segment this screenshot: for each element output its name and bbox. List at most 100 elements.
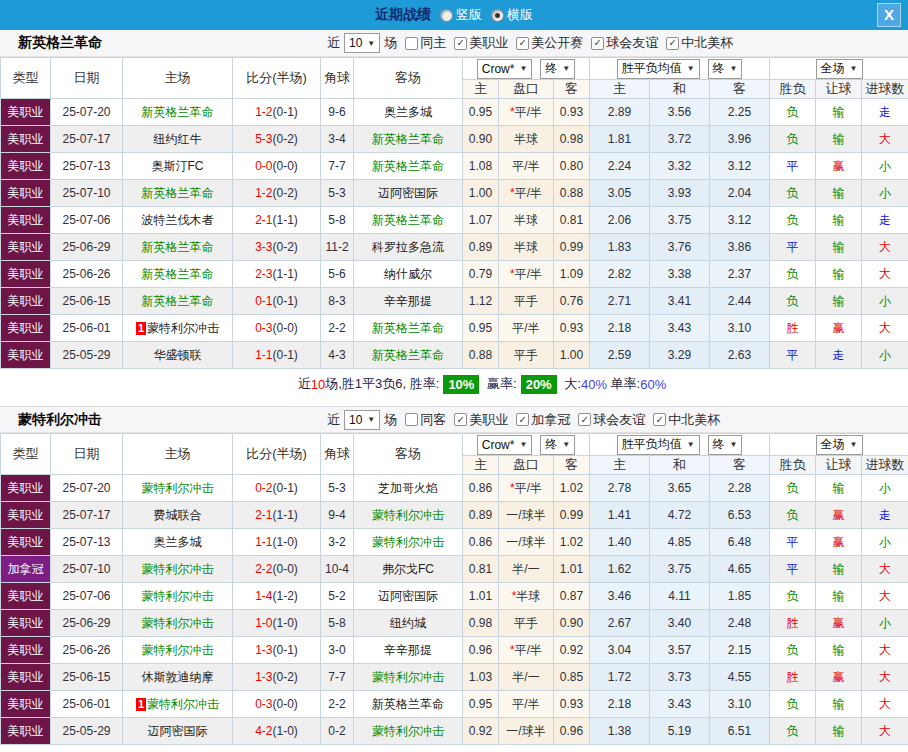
league-filter-checkbox[interactable]: ✓ <box>454 37 467 50</box>
result-cell: 负 <box>770 718 816 745</box>
result-cell: 负 <box>770 691 816 718</box>
avg-lose-cell: 1.85 <box>710 583 770 610</box>
handicap-result-cell: 赢 <box>816 529 862 556</box>
handicap-result-cell: 赢 <box>816 610 862 637</box>
team-name-text: 辛辛那提 <box>384 643 432 657</box>
avg-draw-cell: 3.38 <box>650 261 710 288</box>
goals-result-cell: 大 <box>862 718 908 745</box>
odds-home-cell: 0.89 <box>463 234 499 261</box>
result-cell: 平 <box>770 556 816 583</box>
league-type-cell: 美职业 <box>1 637 51 664</box>
fulltime-score: 1-0 <box>255 616 272 630</box>
away-team-cell: 辛辛那提 <box>354 637 463 664</box>
away-team-cell: 新英格兰革命 <box>354 126 463 153</box>
result-cell: 胜 <box>770 610 816 637</box>
col-away: 客场 <box>354 58 463 99</box>
fulltime-score: 0-3 <box>255 321 272 335</box>
halftime-score: (1-2) <box>273 589 298 603</box>
col-handicap-result: 让球 <box>816 456 862 475</box>
scope-select[interactable]: 全场▼ <box>816 59 863 79</box>
match-row: 美职业25-06-29蒙特利尔冲击1-0(1-0)5-8纽约城0.98平手0.9… <box>1 610 908 637</box>
corners-cell: 4-3 <box>321 342 354 369</box>
bookmaker-select[interactable]: Crow*▼ <box>477 59 533 79</box>
scope-select[interactable]: 全场▼ <box>816 435 863 455</box>
same-venue-checkbox[interactable] <box>405 37 418 50</box>
match-count-select[interactable]: 10▼ <box>344 410 380 430</box>
stats-segment: 60% <box>640 377 666 392</box>
stats-segment: 赢率: <box>483 375 516 393</box>
team-name-text: 蒙特利尔冲击 <box>372 670 444 684</box>
result-cell: 负 <box>770 288 816 315</box>
corners-cell: 9-4 <box>321 502 354 529</box>
league-type-cell: 美职业 <box>1 475 51 502</box>
league-filter-checkbox[interactable]: ✓ <box>653 413 666 426</box>
avg-win-cell: 1.38 <box>590 718 650 745</box>
team-name-text: 奥兰多城 <box>154 535 202 549</box>
goals-result-cell: 小 <box>862 610 908 637</box>
score-cell: 5-3(0-2) <box>233 126 321 153</box>
final-select-left[interactable]: 终▼ <box>540 59 575 79</box>
league-filter-checkbox[interactable]: ✓ <box>578 413 591 426</box>
league-filter-checkbox[interactable]: ✓ <box>516 37 529 50</box>
odds-home-cell: 0.89 <box>463 502 499 529</box>
league-filter-checkbox[interactable]: ✓ <box>454 413 467 426</box>
goals-result-cell: 大 <box>862 315 908 342</box>
result-cell: 负 <box>770 207 816 234</box>
home-team-cell: 纽约红牛 <box>123 126 233 153</box>
final-select-left[interactable]: 终▼ <box>540 435 575 455</box>
avg-win-cell: 2.18 <box>590 315 650 342</box>
away-team-cell: 科罗拉多急流 <box>354 234 463 261</box>
date-cell: 25-07-17 <box>51 502 123 529</box>
halftime-score: (0-1) <box>273 348 298 362</box>
average-select[interactable]: 胜平负均值▼ <box>617 59 700 79</box>
score-cell: 1-2(0-2) <box>233 180 321 207</box>
avg-draw-cell: 4.11 <box>650 583 710 610</box>
league-filter-checkbox[interactable]: ✓ <box>591 37 604 50</box>
league-filter-checkbox[interactable]: ✓ <box>516 413 529 426</box>
odds-home-cell: 0.92 <box>463 718 499 745</box>
away-team-cell: 纳什威尔 <box>354 261 463 288</box>
avg-win-cell: 2.06 <box>590 207 650 234</box>
match-row: 美职业25-07-20新英格兰革命1-2(0-1)9-6奥兰多城0.95*平/半… <box>1 99 908 126</box>
halftime-score: (1-0) <box>273 535 298 549</box>
final-select-right[interactable]: 终▼ <box>708 435 743 455</box>
league-filter-label: 中北美杯 <box>681 34 733 52</box>
odds-home-cell: 1.12 <box>463 288 499 315</box>
final-select-right[interactable]: 终▼ <box>708 59 743 79</box>
odds-home-cell: 0.81 <box>463 556 499 583</box>
goals-result-cell: 大 <box>862 261 908 288</box>
avg-lose-cell: 2.25 <box>710 99 770 126</box>
bookmaker-select[interactable]: Crow*▼ <box>477 435 533 455</box>
result-cell: 胜 <box>770 315 816 342</box>
odds-home-cell: 1.03 <box>463 664 499 691</box>
match-count-select[interactable]: 10▼ <box>344 33 380 53</box>
home-team-cell: 蒙特利尔冲击 <box>123 475 233 502</box>
home-team-cell: 费城联合 <box>123 502 233 529</box>
league-filters: ✓美职业✓美公开赛✓球会友谊✓中北美杯 <box>446 34 733 52</box>
sections-container: 新英格兰革命 近 10▼ 场 同主 ✓美职业✓美公开赛✓球会友谊✓中北美杯 类型… <box>0 30 908 745</box>
halftime-score: (1-1) <box>273 267 298 281</box>
same-venue-checkbox[interactable] <box>405 413 418 426</box>
halftime-score: (1-0) <box>273 616 298 630</box>
odds-away-cell: 0.76 <box>554 288 590 315</box>
radio-horizontal[interactable] <box>491 9 504 22</box>
league-filter-checkbox[interactable]: ✓ <box>666 37 679 50</box>
close-button[interactable]: X <box>877 3 901 27</box>
col-avg-win: 主 <box>590 456 650 475</box>
average-select[interactable]: 胜平负均值▼ <box>617 435 700 455</box>
corners-cell: 3-0 <box>321 637 354 664</box>
avg-lose-cell: 2.63 <box>710 342 770 369</box>
home-team-cell: 新英格兰革命 <box>123 288 233 315</box>
team-name-text: 蒙特利尔冲击 <box>147 697 219 711</box>
avg-draw-cell: 3.76 <box>650 234 710 261</box>
league-filter-label: 球会友谊 <box>593 411 645 429</box>
radio-vertical[interactable] <box>440 9 453 22</box>
chevron-down-icon: ▼ <box>367 39 375 48</box>
odds-away-cell: 0.93 <box>554 99 590 126</box>
team-name-text: 辛辛那提 <box>384 294 432 308</box>
odds-home-cell: 0.98 <box>463 610 499 637</box>
fulltime-score: 1-1 <box>255 535 272 549</box>
goals-result-cell: 大 <box>862 234 908 261</box>
handicap-result-cell: 输 <box>816 99 862 126</box>
col-odds-away: 客 <box>554 80 590 99</box>
